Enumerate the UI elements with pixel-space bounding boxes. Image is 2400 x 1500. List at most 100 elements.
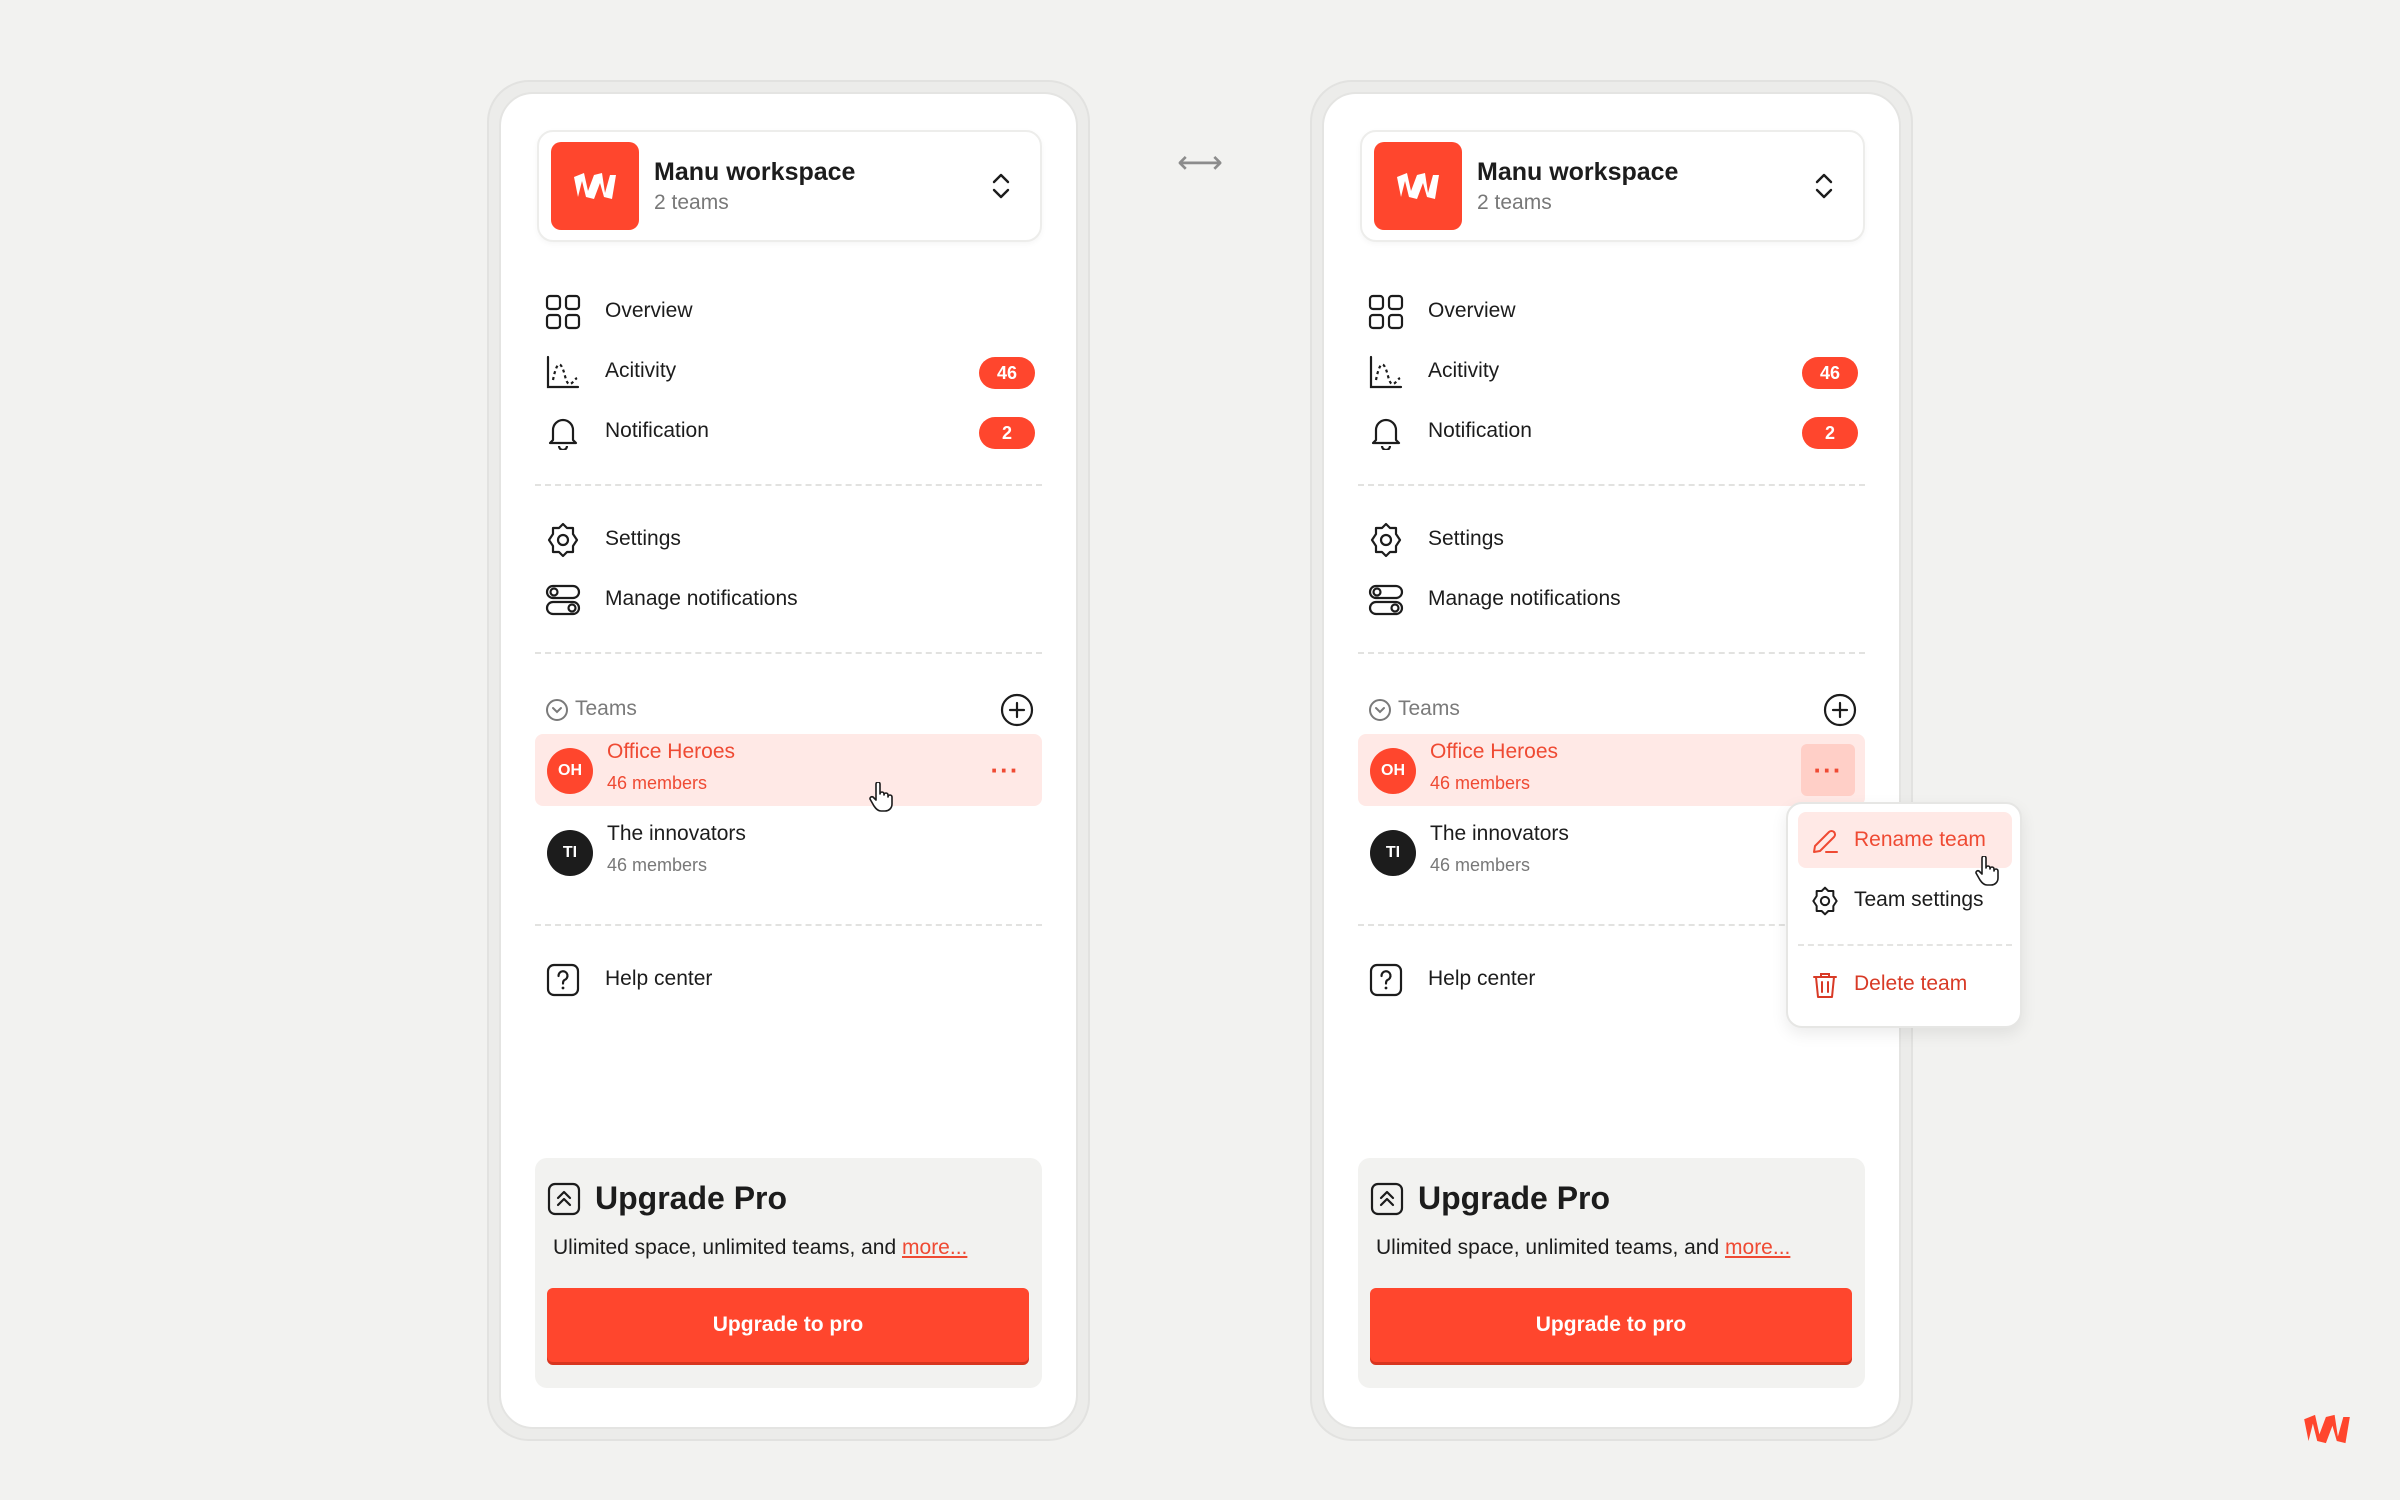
workspace-name: Manu workspace	[654, 158, 856, 186]
nav-overview[interactable]: Overview	[1368, 286, 1858, 336]
nav-help-label: Help center	[605, 967, 713, 990]
upgrade-title: Upgrade Pro	[1418, 1180, 1611, 1216]
nav-activity-label: Acitivity	[1428, 359, 1500, 382]
nav-manage-notifications[interactable]: Manage notifications	[1368, 574, 1858, 624]
upgrade-description: Ulimited space, unlimited teams, and mor…	[553, 1236, 967, 1260]
toggles-icon	[1368, 584, 1404, 616]
nav-notification[interactable]: Notification 2	[1368, 406, 1858, 456]
workspace-name: Manu workspace	[1477, 158, 1679, 186]
workspace-logo	[551, 142, 639, 230]
upgrade-chevrons-icon	[547, 1182, 581, 1216]
notification-count-badge: 2	[979, 417, 1035, 449]
nav-overview[interactable]: Overview	[545, 286, 1035, 336]
nav-notification[interactable]: Notification 2	[545, 406, 1035, 456]
grid-icon	[1368, 294, 1404, 330]
workspace-switcher[interactable]: Manu workspace 2 teams	[1360, 130, 1865, 242]
grid-icon	[545, 294, 581, 330]
help-icon	[1369, 963, 1403, 997]
chevron-circle-down-icon	[1369, 699, 1391, 721]
help-icon	[546, 963, 580, 997]
team-members: 46 members	[607, 773, 708, 793]
nav-settings[interactable]: Settings	[545, 514, 1035, 564]
chevron-circle-down-icon	[546, 699, 568, 721]
team-members: 46 members	[1430, 855, 1531, 875]
add-team-icon[interactable]	[999, 692, 1035, 728]
divider	[1358, 652, 1865, 654]
menu-divider	[1798, 944, 2012, 946]
upgrade-more-link[interactable]: more...	[1725, 1236, 1790, 1259]
divider	[1358, 484, 1865, 486]
upgrade-card: Upgrade Pro Ulimited space, unlimited te…	[1358, 1158, 1865, 1388]
upgrade-desc-text: Ulimited space, unlimited teams, and	[1376, 1236, 1720, 1259]
team-name: Office Heroes	[607, 740, 735, 763]
divider	[535, 924, 1042, 926]
team-members: 46 members	[1430, 773, 1531, 793]
team-name: Office Heroes	[1430, 740, 1558, 763]
activity-count-badge: 46	[979, 357, 1035, 389]
nav-manage-notifications-label: Manage notifications	[605, 587, 798, 610]
nav-manage-notifications-label: Manage notifications	[1428, 587, 1621, 610]
chevron-up-down-icon[interactable]	[986, 171, 1016, 201]
gear-icon	[1812, 886, 1838, 916]
workspace-logo	[1374, 142, 1462, 230]
upgrade-title: Upgrade Pro	[595, 1180, 788, 1216]
menu-delete-label: Delete team	[1854, 972, 1968, 995]
team-name: The innovators	[607, 822, 746, 845]
teams-header-label: Teams	[1398, 697, 1460, 720]
team-more-button[interactable]: ···	[1801, 744, 1855, 796]
team-avatar: TI	[1370, 830, 1416, 876]
bell-icon	[1371, 418, 1401, 450]
nav-help-center[interactable]: Help center	[545, 954, 1035, 1004]
workspace-teams-count: 2 teams	[1477, 191, 1552, 214]
nav-settings-label: Settings	[605, 527, 681, 550]
sidebar-variant-default: Manu workspace 2 teams Overview Acitivit…	[487, 80, 1090, 1441]
add-team-icon[interactable]	[1822, 692, 1858, 728]
nav-notification-label: Notification	[605, 419, 709, 442]
bell-icon	[548, 418, 578, 450]
menu-item-delete-team[interactable]: Delete team	[1798, 956, 2012, 1012]
nav-activity[interactable]: Acitivity 46	[1368, 346, 1858, 396]
nav-activity[interactable]: Acitivity 46	[545, 346, 1035, 396]
nav-manage-notifications[interactable]: Manage notifications	[545, 574, 1035, 624]
nav-help-center[interactable]: Help center	[1368, 954, 1858, 1004]
divider	[535, 652, 1042, 654]
toggles-icon	[545, 584, 581, 616]
teams-header-label: Teams	[575, 697, 637, 720]
team-avatar: OH	[547, 748, 593, 794]
hand-cursor-icon	[869, 782, 893, 812]
team-name: The innovators	[1430, 822, 1569, 845]
trash-icon	[1813, 973, 1837, 998]
nav-activity-label: Acitivity	[605, 359, 677, 382]
chevron-up-down-icon[interactable]	[1809, 171, 1839, 201]
upgrade-description: Ulimited space, unlimited teams, and mor…	[1376, 1236, 1790, 1260]
team-item-innovators[interactable]: TI The innovators 46 members	[535, 816, 1042, 888]
workspace-switcher[interactable]: Manu workspace 2 teams	[537, 130, 1042, 242]
team-item-office-heroes[interactable]: OH Office Heroes 46 members ···	[1358, 734, 1865, 806]
team-avatar: TI	[547, 830, 593, 876]
team-context-menu: Rename team Team settings Delete team	[1786, 802, 2022, 1028]
teams-section-header[interactable]: Teams	[1368, 689, 1858, 729]
teams-section-header[interactable]: Teams	[545, 689, 1035, 729]
divider	[535, 484, 1042, 486]
workspace-teams-count: 2 teams	[654, 191, 729, 214]
nav-overview-label: Overview	[1428, 299, 1516, 322]
team-more-button[interactable]: ···	[978, 744, 1032, 796]
menu-settings-label: Team settings	[1854, 888, 1984, 911]
nav-help-label: Help center	[1428, 967, 1536, 990]
upgrade-chevrons-icon	[1370, 1182, 1404, 1216]
upgrade-more-link[interactable]: more...	[902, 1236, 967, 1259]
nav-settings[interactable]: Settings	[1368, 514, 1858, 564]
hand-cursor-icon	[1975, 856, 1999, 886]
team-item-office-heroes[interactable]: OH Office Heroes 46 members ···	[535, 734, 1042, 806]
sidebar-variant-menu-open: Manu workspace 2 teams Overview Acitivit…	[1310, 80, 1913, 1441]
team-avatar: OH	[1370, 748, 1416, 794]
nav-overview-label: Overview	[605, 299, 693, 322]
gear-icon	[1370, 522, 1402, 558]
sidebar: Manu workspace 2 teams Overview Acitivit…	[499, 92, 1078, 1429]
transition-arrow-icon: ⟷	[1177, 144, 1223, 180]
upgrade-to-pro-button[interactable]: Upgrade to pro	[1370, 1288, 1852, 1362]
activity-count-badge: 46	[1802, 357, 1858, 389]
upgrade-desc-text: Ulimited space, unlimited teams, and	[553, 1236, 897, 1259]
menu-rename-label: Rename team	[1854, 828, 1986, 851]
upgrade-to-pro-button[interactable]: Upgrade to pro	[547, 1288, 1029, 1362]
